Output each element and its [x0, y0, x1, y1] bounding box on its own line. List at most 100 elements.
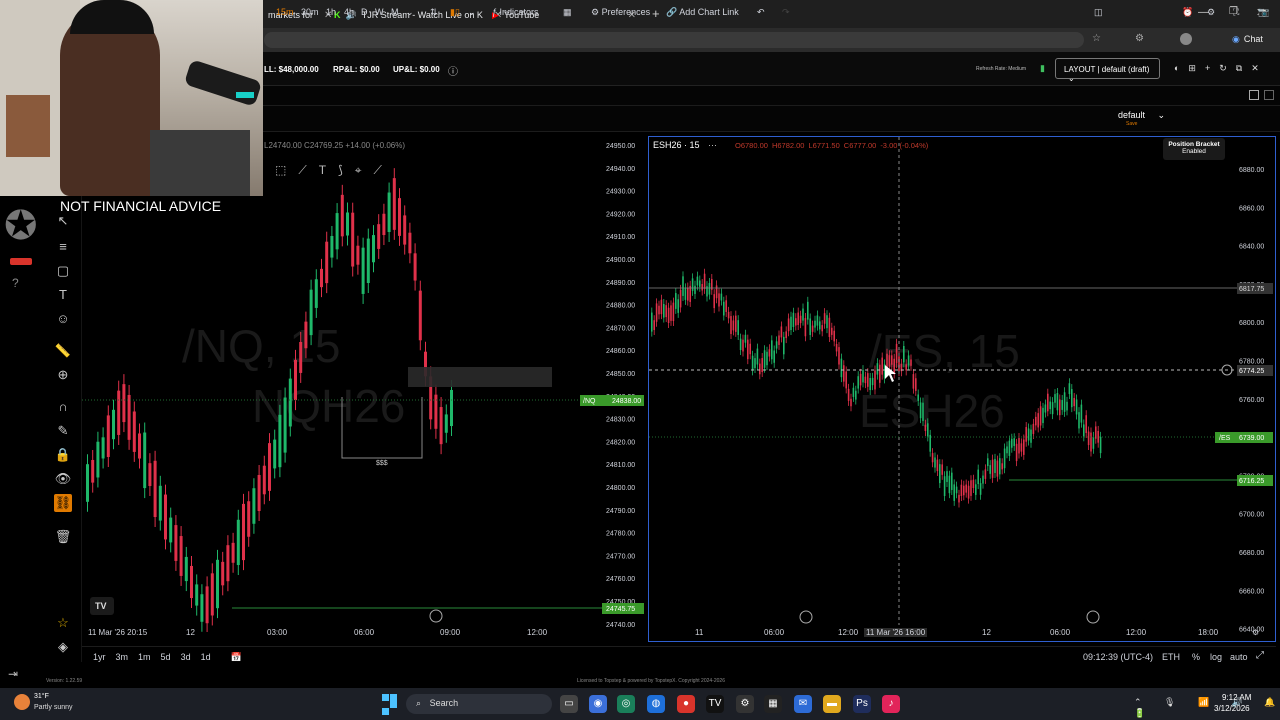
es-candle [790, 316, 792, 331]
weather-icon[interactable] [14, 694, 30, 710]
undo-icon[interactable]: ↶ [757, 7, 765, 18]
nq-candle [450, 389, 453, 427]
timeframe-4h[interactable]: 4h [344, 7, 354, 17]
browser-icon[interactable]: ● [677, 695, 695, 713]
range-1d[interactable]: 1d [201, 652, 211, 663]
timeframe-1h[interactable]: 1h [326, 7, 336, 17]
timeframe-m[interactable]: M [391, 7, 399, 17]
range-1yr[interactable]: 1yr [93, 652, 106, 663]
settings-app-icon[interactable]: ⚙ [736, 695, 754, 713]
layout-grid-icon[interactable]: ▦ [563, 7, 572, 18]
nq-quick-tools[interactable]: ⬚⟋T⟆⌖⟋ [275, 163, 394, 178]
timeframe-30m[interactable]: 30m [301, 7, 319, 17]
avatar[interactable] [1180, 33, 1192, 45]
position-bracket-toggle[interactable]: Position Bracket Enabled [1163, 138, 1225, 160]
add-chart-link-button[interactable]: 🔗 Add Chart Link [666, 7, 739, 18]
add-panel-icon[interactable] [1249, 90, 1259, 100]
es-chart[interactable]: /ES, 15 ESH26 6880.006860.006840.006820.… [648, 136, 1276, 642]
candles-icon[interactable]: ▮▯ [450, 7, 460, 18]
template-save-label[interactable]: Save [1126, 121, 1137, 127]
chat-button[interactable]: ◉ Chat [1232, 31, 1263, 47]
bookmark-icon[interactable]: ☆ [1092, 33, 1101, 44]
nq-price-tick: 24850.00 [606, 371, 635, 378]
extensions-icon[interactable]: ⚙ [1135, 33, 1144, 44]
windows-start-icon[interactable] [382, 694, 398, 715]
es-candle [862, 370, 864, 383]
nq-session-marker-icon[interactable] [429, 609, 443, 623]
range-3m[interactable]: 3m [116, 652, 129, 663]
app-icon[interactable]: ▦ [764, 695, 782, 713]
percent-toggle[interactable]: % [1192, 652, 1200, 662]
tradingview-app-icon[interactable]: TV [706, 695, 724, 713]
emoji-icon[interactable]: ☺ [54, 310, 72, 328]
template-select[interactable]: default ⌄ [1118, 110, 1165, 121]
task-view-icon[interactable]: ▭ [560, 695, 578, 713]
log-toggle[interactable]: log [1210, 652, 1222, 662]
trendline-icon[interactable]: ≡ [54, 238, 72, 256]
pencil-icon[interactable]: ✎ [54, 422, 72, 440]
magnet-icon[interactable]: ∩ [54, 398, 72, 416]
copilot-icon[interactable]: ◉ [589, 695, 607, 713]
split-view-icon[interactable]: ◫ [1094, 7, 1103, 18]
system-tray[interactable]: ⌃ 🎙 📶 🔊 🔋 [1134, 697, 1280, 719]
fullscreen-icon[interactable]: ⛶ [1233, 7, 1239, 18]
calendar-icon[interactable]: 📅 [231, 652, 242, 663]
compare-icon[interactable]: ⇅ [430, 7, 438, 18]
edge-icon[interactable]: ◍ [647, 695, 665, 713]
alert-icon[interactable]: ⏰ [1182, 7, 1193, 18]
preferences-button[interactable]: ⚙ Preferences [591, 7, 650, 18]
text-icon[interactable]: T [54, 286, 72, 304]
info-icon[interactable]: ⓘ [448, 63, 458, 78]
taskbar-search[interactable]: ⌕ Search [406, 694, 552, 714]
es-chart-svg[interactable]: /ES, 15 ESH26 6880.006860.006840.006820.… [649, 137, 1275, 641]
trash-icon[interactable]: 🗑 [54, 528, 72, 546]
lock-icon[interactable]: 🔒 [54, 446, 72, 464]
link-tool-icon[interactable]: ⛓ [54, 494, 72, 512]
chevron-down-icon[interactable]: ⌄ [406, 7, 414, 18]
chevron-down-icon[interactable]: ⌄ [468, 7, 476, 18]
auto-toggle[interactable]: auto [1230, 652, 1248, 662]
session-toggle[interactable]: ETH [1162, 652, 1180, 662]
eye-icon[interactable]: 👁 [54, 470, 72, 488]
zoom-icon[interactable]: ⊕ [54, 366, 72, 384]
indicators-button[interactable]: ƒ Indicators [492, 7, 539, 17]
expand-icon[interactable]: ⤢ [1256, 650, 1264, 661]
url-field[interactable] [264, 32, 1084, 48]
timeframe-d[interactable]: D [361, 7, 368, 17]
es-symbol-label[interactable]: ESH26 · 15 [653, 140, 700, 150]
layers-icon[interactable]: ◈ [54, 638, 72, 656]
range-5d[interactable]: 5d [161, 652, 171, 663]
photoshop-icon[interactable]: Ps [853, 695, 871, 713]
window-controls[interactable]: ◐⊞+↻⧉✕ [1174, 63, 1268, 74]
star-icon[interactable]: ☆ [54, 614, 72, 632]
redo-icon[interactable]: ↷ [782, 7, 790, 18]
tiktok-icon[interactable]: ♪ [882, 695, 900, 713]
es-session-marker-icon[interactable] [799, 610, 813, 624]
panel-icon[interactable] [1264, 90, 1274, 100]
axis-settings-icon[interactable]: ⚙ [1252, 628, 1259, 637]
template-label: default [1118, 110, 1146, 120]
timeframe-w[interactable]: W [375, 7, 384, 17]
es-candle [1092, 436, 1095, 449]
camera-icon[interactable]: 📷 [1258, 7, 1269, 18]
es-candle [807, 301, 809, 320]
timeframe-15m[interactable]: 15m [276, 7, 294, 17]
mail-icon[interactable]: ✉ [794, 695, 812, 713]
settings-icon[interactable]: ⚙ [1207, 7, 1215, 18]
tab-tjr-stream[interactable]: K 🔊 TJR Stream - Watch Live on K ✕ [328, 4, 508, 26]
chrome-icon[interactable]: ◎ [617, 695, 635, 713]
range-3d[interactable]: 3d [181, 652, 191, 663]
es-session-marker-icon[interactable] [1086, 610, 1100, 624]
nq-price-tick: 24820.00 [606, 439, 635, 446]
rectangle-icon[interactable]: ▢ [54, 262, 72, 280]
cursor-icon[interactable]: ↖ [54, 212, 72, 230]
help-icon[interactable]: ? [12, 276, 19, 290]
new-tab-button[interactable]: + [652, 6, 660, 21]
file-explorer-icon[interactable]: ▬ [823, 695, 841, 713]
ruler-icon[interactable]: 📏 [54, 342, 72, 360]
more-icon[interactable]: ··· [708, 140, 717, 150]
layout-select[interactable]: LAYOUT | default (draft) ⌄ [1055, 58, 1160, 83]
nq-zone-box[interactable] [408, 367, 552, 387]
notifications-icon[interactable]: 🔔 [1264, 697, 1275, 708]
range-1m[interactable]: 1m [138, 652, 151, 663]
